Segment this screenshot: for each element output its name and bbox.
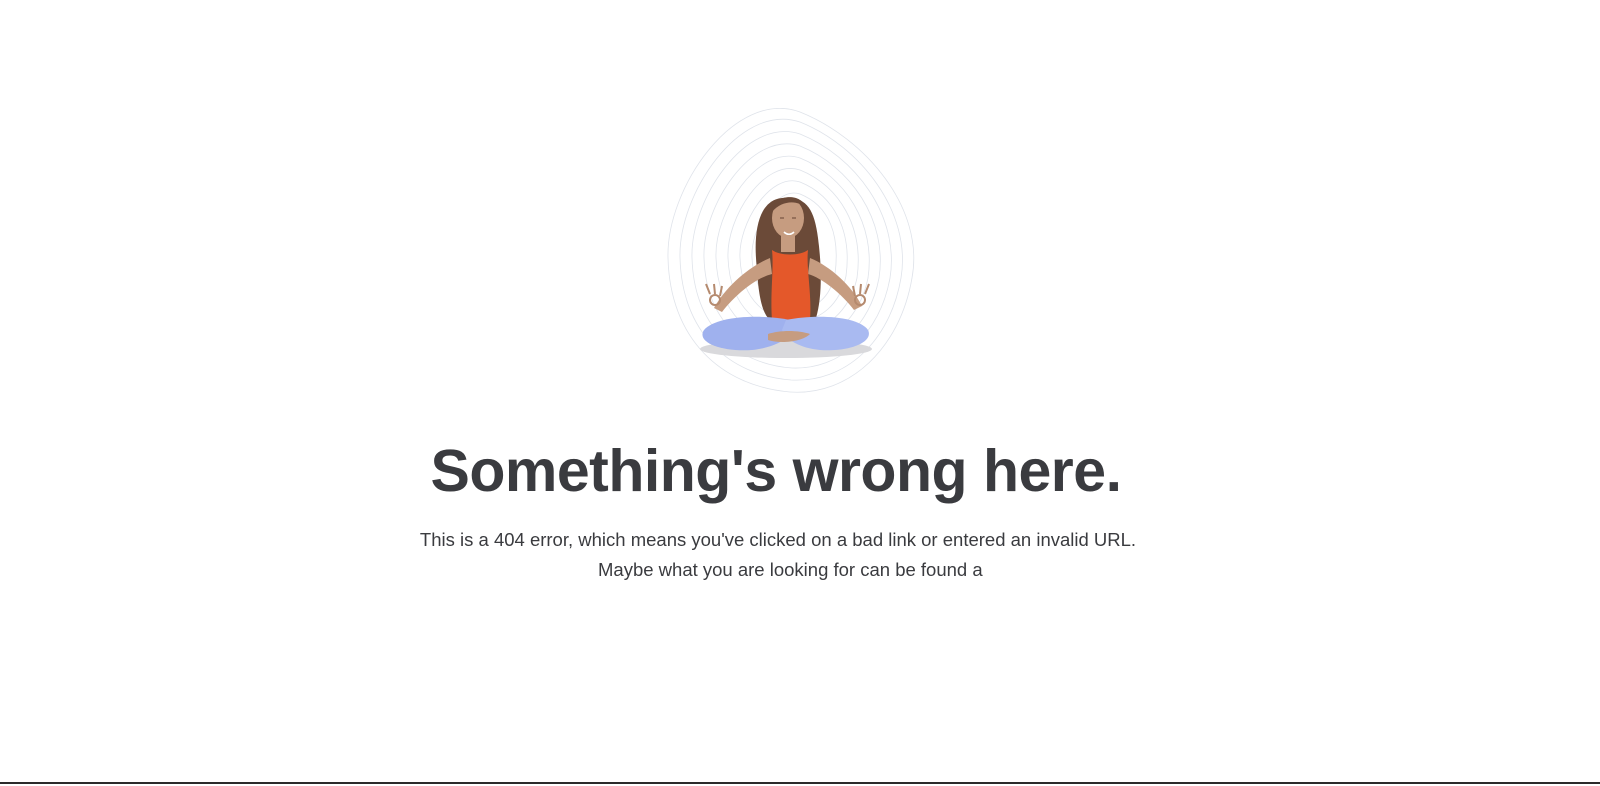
- bottom-divider: [0, 782, 1600, 784]
- error-suggestion: Maybe what you are looking for can be fo…: [598, 559, 983, 580]
- left-hand: [705, 283, 723, 306]
- right-hand: [852, 283, 870, 306]
- meditating-woman-illustration: [667, 108, 914, 393]
- error-description: This is a 404 error, which means you've …: [419, 529, 1137, 550]
- error-404-page: Something's wrong here. This is a 404 er…: [0, 0, 1600, 784]
- page-title: Something's wrong here.: [430, 438, 1122, 504]
- error-suggestion-clip: Maybe what you are looking for can be fo…: [598, 555, 1004, 585]
- tank-top: [771, 250, 811, 320]
